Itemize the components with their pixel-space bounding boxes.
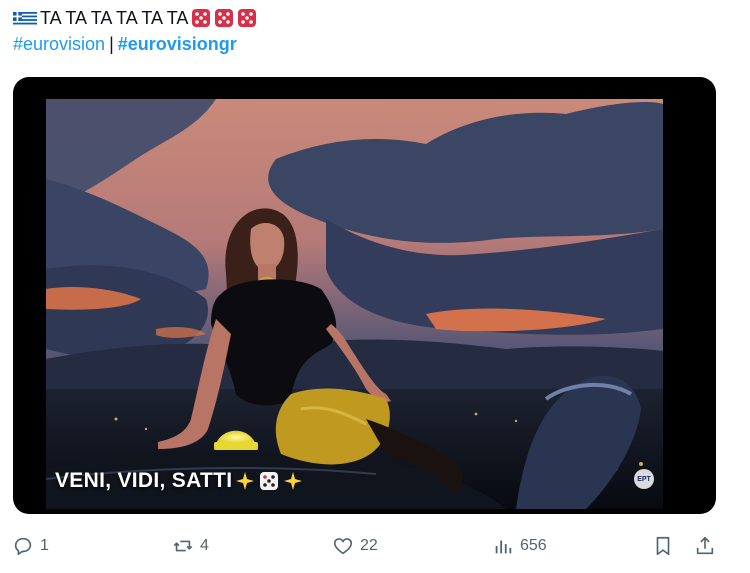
views-count: 656: [520, 537, 547, 554]
video-scene-image: [46, 99, 663, 509]
reply-icon: [14, 537, 32, 556]
game-die-icon: [258, 470, 280, 492]
tweet-text: TA TA TA TA TA TA: [40, 8, 189, 28]
reply-count: 1: [40, 537, 49, 554]
share-button[interactable]: [694, 530, 722, 562]
repost-button[interactable]: 4: [172, 530, 209, 562]
tweet: TA TA TA TA TA TA #eurovision | #eurovis…: [0, 0, 750, 573]
heart-icon: [333, 538, 353, 555]
repost-icon: [173, 540, 193, 552]
bookmark-icon: [656, 536, 670, 556]
tweet-actions: 1 4 22 656: [0, 530, 750, 562]
video-player[interactable]: VENI, VIDI, SATTI ΕΡΤ: [13, 77, 716, 514]
greece-flag-icon: [13, 10, 37, 26]
repost-count: 4: [200, 537, 209, 554]
game-die-icon: [214, 8, 234, 28]
share-icon: [696, 536, 714, 555]
reply-button[interactable]: 1: [12, 530, 49, 562]
video-caption: VENI, VIDI, SATTI: [55, 469, 304, 493]
separator: |: [109, 34, 114, 54]
video-thumbnail[interactable]: VENI, VIDI, SATTI ΕΡΤ: [46, 99, 663, 509]
caption-text: VENI, VIDI, SATTI: [55, 469, 233, 492]
tweet-hashtags: #eurovision | #eurovisiongr: [13, 32, 237, 56]
hashtag-link-eurovision[interactable]: #eurovision: [13, 34, 105, 54]
views-button[interactable]: 656: [492, 530, 547, 562]
game-die-icon: [191, 8, 211, 28]
like-count: 22: [360, 537, 378, 554]
like-button[interactable]: 22: [332, 530, 378, 562]
bar-chart-icon: [495, 540, 512, 554]
sparkles-icon: [282, 470, 304, 492]
bookmark-button[interactable]: [652, 530, 680, 562]
hashtag-link-eurovisiongr[interactable]: #eurovisiongr: [118, 34, 237, 54]
game-die-icon: [237, 8, 257, 28]
channel-logo: ΕΡΤ: [634, 469, 654, 489]
tweet-text-line: TA TA TA TA TA TA: [13, 6, 257, 30]
sparkles-icon: [234, 470, 256, 492]
